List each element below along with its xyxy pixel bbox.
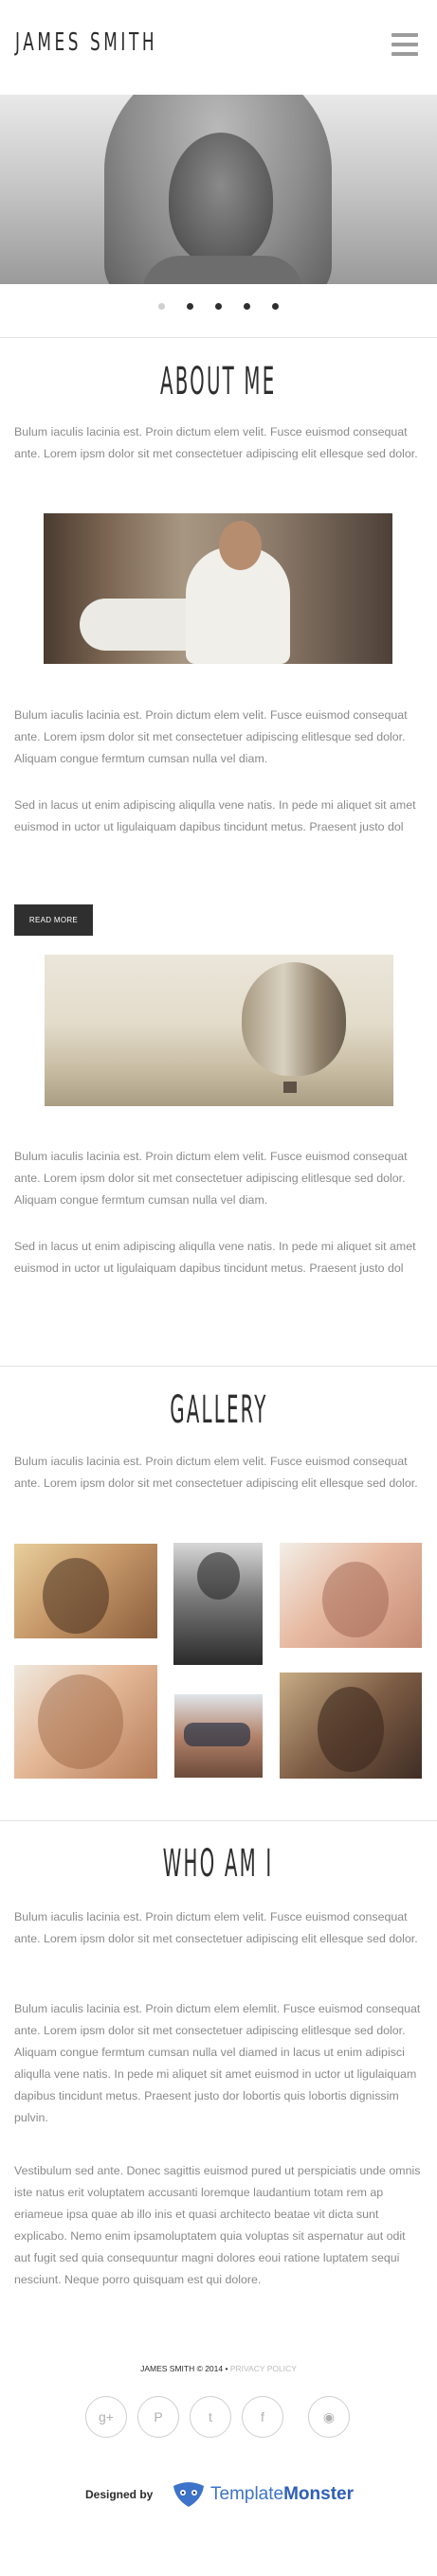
gallery-title: GALLERY <box>169 1388 268 1432</box>
twitter-icon[interactable]: t <box>190 2396 231 2438</box>
section-divider <box>0 1366 437 1367</box>
footer-copyright: JAMES SMITH © 2014 • PRIVACY POLICY <box>0 2364 437 2373</box>
templatemonster-wordmark: TemplateMonster <box>210 2484 355 2504</box>
privacy-policy-link[interactable]: PRIVACY POLICY <box>230 2364 297 2373</box>
slider-pagination <box>0 303 437 316</box>
slider-dot-3[interactable] <box>215 303 222 310</box>
about-photo-balloon <box>45 955 393 1106</box>
templatemonster-logo[interactable]: TemplateMonster <box>171 2476 360 2513</box>
slider-dot-5[interactable] <box>272 303 279 310</box>
slider-dot-4[interactable] <box>244 303 250 310</box>
gallery-image-5[interactable] <box>174 1694 263 1778</box>
who-paragraph-1: Bulum iaculis lacinia est. Proin dictum … <box>14 1910 418 1945</box>
hamburger-menu-icon[interactable] <box>391 33 418 57</box>
gallery-image-1[interactable] <box>14 1544 157 1638</box>
gallery-paragraph: Bulum iaculis lacinia est. Proin dictum … <box>14 1455 418 1490</box>
google-plus-icon[interactable]: g+ <box>85 2396 127 2438</box>
who-paragraph-2: Bulum iaculis lacinia est. Proin dictum … <box>14 2002 421 2124</box>
section-divider <box>0 1820 437 1821</box>
copyright-text: JAMES SMITH © 2014 • <box>140 2364 228 2373</box>
about-paragraph-1: Bulum iaculis lacinia est. Proin dictum … <box>14 425 418 460</box>
social-links: g+ P t f ◉ <box>0 2396 437 2440</box>
site-logo[interactable]: JAMES SMITH <box>15 28 157 57</box>
designed-by-label: Designed by <box>85 2488 154 2501</box>
about-paragraph-2: Bulum iaculis lacinia est. Proin dictum … <box>14 708 408 765</box>
who-am-i-title: WHO AM I <box>163 1842 274 1886</box>
monster-icon <box>173 2482 204 2507</box>
gallery-image-4[interactable] <box>14 1665 157 1779</box>
slider-dot-1[interactable] <box>158 303 165 310</box>
who-paragraph-3: Vestibulum sed ante. Donec sagittis euis… <box>14 2164 421 2286</box>
about-photo-man-white <box>44 513 392 664</box>
slider-dot-2[interactable] <box>187 303 193 310</box>
about-paragraph-4: Bulum iaculis lacinia est. Proin dictum … <box>14 1150 408 1207</box>
about-title: ABOUT ME <box>160 360 277 403</box>
hero-slide-image <box>0 95 437 284</box>
section-divider <box>0 337 437 338</box>
about-paragraph-3: Sed in lacus ut enim adipiscing aliqulla… <box>14 798 416 833</box>
about-paragraph-5: Sed in lacus ut enim adipiscing aliqulla… <box>14 1240 416 1275</box>
gallery-image-3[interactable] <box>280 1543 422 1648</box>
rss-icon[interactable]: ◉ <box>308 2396 350 2438</box>
read-more-button[interactable]: READ MORE <box>14 904 93 936</box>
gallery-image-6[interactable] <box>280 1673 422 1779</box>
site-header: JAMES SMITH <box>0 0 437 95</box>
gallery-image-2[interactable] <box>173 1543 263 1665</box>
pinterest-icon[interactable]: P <box>137 2396 179 2438</box>
facebook-icon[interactable]: f <box>242 2396 283 2438</box>
